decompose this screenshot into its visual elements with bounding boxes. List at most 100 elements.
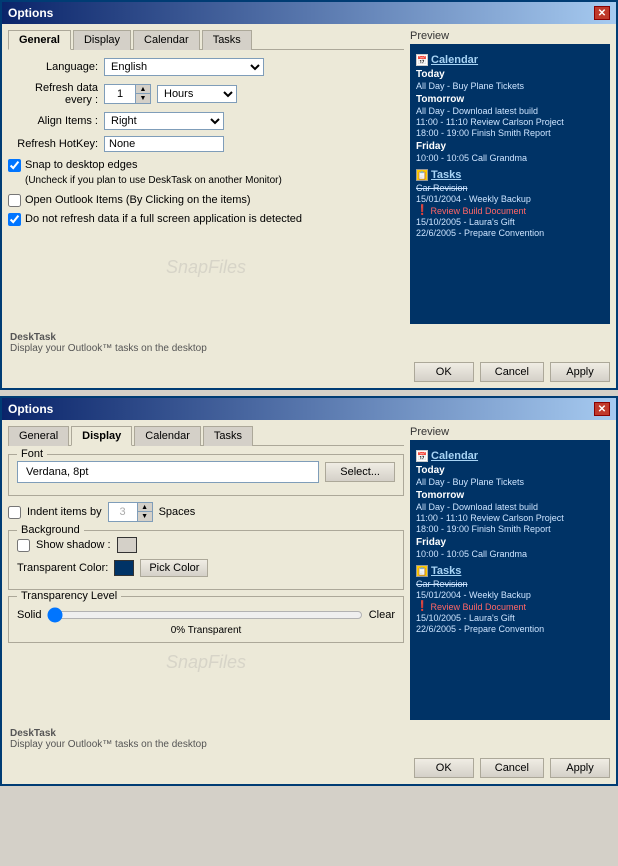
preview-panel-1: Preview 📅 Calendar Today All Day - Buy P… <box>410 30 610 324</box>
tab-tasks-2[interactable]: Tasks <box>203 426 253 446</box>
tabs-2: General Display Calendar Tasks <box>8 426 404 446</box>
language-select[interactable]: English German French <box>104 58 264 76</box>
refresh-value[interactable] <box>105 87 135 101</box>
select-font-btn[interactable]: Select... <box>325 462 395 482</box>
tomorrow-item-2-1: All Day - Download latest build <box>416 502 604 512</box>
snap-checkbox[interactable] <box>8 159 21 172</box>
task-item-2-0: Car Revision <box>416 579 604 589</box>
ok-button-1[interactable]: OK <box>414 362 474 382</box>
watermark-1: SnapFiles <box>166 257 246 278</box>
tab-display-2[interactable]: Display <box>71 426 132 446</box>
transparency-slider[interactable] <box>47 607 362 623</box>
indent-unit: Spaces <box>159 506 196 518</box>
tab-display-1[interactable]: Display <box>73 30 131 50</box>
font-display: Verdana, 8pt Select... <box>17 461 395 483</box>
bottom-buttons-2: OK Cancel Apply <box>2 752 616 784</box>
apply-button-1[interactable]: Apply <box>550 362 610 382</box>
task-item-1-0: Car Revision <box>416 183 604 193</box>
task-item-2-2: ❗ Review Build Document <box>416 601 604 612</box>
cancel-button-1[interactable]: Cancel <box>480 362 544 382</box>
snap-label: Snap to desktop edges (Uncheck if you pl… <box>25 158 282 189</box>
preview-content-2: 📅 Calendar Today All Day - Buy Plane Tic… <box>410 440 610 720</box>
preview-label-1: Preview <box>410 30 610 42</box>
refresh-row: Refresh data every : ▲ ▼ Hours Minutes <box>8 82 404 106</box>
ok-button-2[interactable]: OK <box>414 758 474 778</box>
watermark-area-1: SnapFiles <box>8 248 404 278</box>
tomorrow-item-2: 11:00 - 11:10 Review Carlson Project <box>416 117 604 127</box>
transparency-section: Transparency Level Solid Clear 0% Transp… <box>8 596 404 643</box>
refresh-number-input: ▲ ▼ <box>104 84 151 104</box>
watermark-area-2: SnapFiles <box>8 653 404 673</box>
font-section-title: Font <box>17 448 47 460</box>
preview-label-2: Preview <box>410 426 610 438</box>
close-button-1[interactable]: ✕ <box>594 6 610 20</box>
transparent-percent: 0% Transparent <box>17 625 395 636</box>
title-1: Options <box>8 6 53 20</box>
left-panel-2: General Display Calendar Tasks Font Verd… <box>8 426 404 720</box>
align-row: Align Items : Right Left Center <box>8 112 404 130</box>
tasks-icon-1: 📋 <box>416 169 428 181</box>
tab-calendar-2[interactable]: Calendar <box>134 426 201 446</box>
refresh-down[interactable]: ▼ <box>136 94 150 103</box>
titlebar-2: Options ✕ <box>2 398 616 420</box>
tab-tasks-1[interactable]: Tasks <box>202 30 252 50</box>
preview-content-1: 📅 Calendar Today All Day - Buy Plane Tic… <box>410 44 610 324</box>
indent-value[interactable] <box>109 505 137 519</box>
indent-row: Indent items by ▲ ▼ Spaces <box>8 502 404 522</box>
friday-item-2: 10:00 - 10:05 Call Grandma <box>416 549 604 559</box>
refresh-up[interactable]: ▲ <box>136 85 150 94</box>
task-item-2-4: 22/6/2005 - Prepare Convention <box>416 624 604 634</box>
close-button-2[interactable]: ✕ <box>594 402 610 416</box>
pick-color-btn[interactable]: Pick Color <box>140 559 208 577</box>
outlook-checkbox[interactable] <box>8 194 21 207</box>
shadow-color-swatch <box>117 537 137 553</box>
transparency-title: Transparency Level <box>17 590 121 602</box>
solid-label: Solid <box>17 609 41 621</box>
font-value-box: Verdana, 8pt <box>17 461 319 483</box>
apply-button-2[interactable]: Apply <box>550 758 610 778</box>
indent-up[interactable]: ▲ <box>138 503 152 512</box>
cancel-button-2[interactable]: Cancel <box>480 758 544 778</box>
tab-general-2[interactable]: General <box>8 426 69 446</box>
tomorrow-item-3: 18:00 - 19:00 Finish Smith Report <box>416 128 604 138</box>
tomorrow-item-2-3: 18:00 - 19:00 Finish Smith Report <box>416 524 604 534</box>
today-item-1: All Day - Buy Plane Tickets <box>416 81 604 91</box>
calendar-icon-2: 📅 <box>416 450 428 462</box>
checkbox2-row: Open Outlook Items (By Clicking on the i… <box>8 193 404 208</box>
tomorrow-label-2: Tomorrow <box>416 490 604 501</box>
indent-spinners: ▲ ▼ <box>137 503 152 521</box>
indent-label: Indent items by <box>27 506 102 518</box>
checkbox1-row: Snap to desktop edges (Uncheck if you pl… <box>8 158 404 189</box>
transparent-color-swatch <box>114 560 134 576</box>
footer-1: DeskTask Display your Outlook™ tasks on … <box>2 330 616 356</box>
alert-icon-1: ❗ <box>416 205 428 216</box>
today-item-2: All Day - Buy Plane Tickets <box>416 477 604 487</box>
fullscreen-checkbox[interactable] <box>8 213 21 226</box>
today-label-2: Today <box>416 465 604 476</box>
indent-down[interactable]: ▼ <box>138 512 152 521</box>
align-select[interactable]: Right Left Center <box>104 112 224 130</box>
options-window-1: Options ✕ General Display Calendar Tasks… <box>0 0 618 390</box>
shadow-checkbox[interactable] <box>17 539 30 552</box>
tasks-icon-2: 📋 <box>416 565 428 577</box>
transparent-color-row: Transparent Color: Pick Color <box>17 559 395 577</box>
bottom-buttons-1: OK Cancel Apply <box>2 356 616 388</box>
task-item-1-1: 15/01/2004 - Weekly Backup <box>416 194 604 204</box>
hotkey-input[interactable] <box>104 136 224 152</box>
friday-label-2: Friday <box>416 537 604 548</box>
fullscreen-label: Do not refresh data if a full screen app… <box>25 212 302 227</box>
hotkey-label: Refresh HotKey: <box>8 138 98 150</box>
title-2: Options <box>8 402 53 416</box>
clear-label: Clear <box>369 609 395 621</box>
calendar-header-1: 📅 Calendar <box>416 54 604 66</box>
watermark-2: SnapFiles <box>166 652 246 673</box>
tomorrow-label-1: Tomorrow <box>416 94 604 105</box>
tab-calendar-1[interactable]: Calendar <box>133 30 200 50</box>
refresh-unit-select[interactable]: Hours Minutes <box>157 85 237 103</box>
shadow-row: Show shadow : <box>17 537 395 553</box>
tomorrow-item-2-2: 11:00 - 11:10 Review Carlson Project <box>416 513 604 523</box>
indent-checkbox[interactable] <box>8 506 21 519</box>
tab-general-1[interactable]: General <box>8 30 71 50</box>
friday-label-1: Friday <box>416 141 604 152</box>
tomorrow-item-1: All Day - Download latest build <box>416 106 604 116</box>
